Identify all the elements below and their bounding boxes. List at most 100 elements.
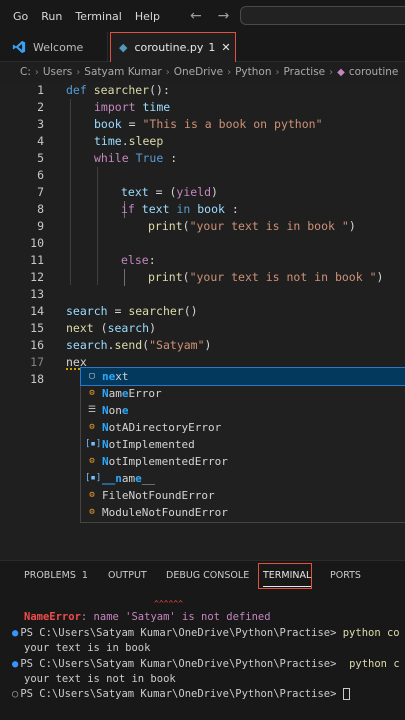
close-icon[interactable]: ✕ xyxy=(221,41,230,54)
code-line: 12 print("your text is not in book ") xyxy=(0,269,405,286)
status-dot-icon: ● xyxy=(12,627,19,639)
keyword-icon: ☰ xyxy=(87,405,97,415)
suggestion-item[interactable]: ⚙ Nam e Error xyxy=(81,385,405,402)
suggestion-label: ModuleNotFoundError xyxy=(102,506,228,519)
line-number: 8 xyxy=(37,202,44,216)
line-number: 2 xyxy=(37,100,44,114)
class-icon: ⚙ xyxy=(89,507,95,517)
menu-go[interactable]: Go xyxy=(13,10,28,23)
suggestion-match: N xyxy=(102,404,109,417)
menu-help[interactable]: Help xyxy=(135,10,160,23)
chevron-right-icon: › xyxy=(165,66,170,78)
terminal-output-line: your text is in book xyxy=(24,642,151,654)
back-arrow-icon[interactable]: ← xyxy=(190,8,202,24)
line-number: 3 xyxy=(37,117,44,131)
code-line: 1 def searcher(): xyxy=(0,82,405,99)
menu-terminal[interactable]: Terminal xyxy=(75,10,122,23)
line-number: 16 xyxy=(30,338,44,352)
code-line: 5 while True : xyxy=(0,150,405,167)
breadcrumb-item[interactable]: coroutine xyxy=(349,66,399,78)
suggestion-item[interactable]: ☰ Non e xyxy=(81,402,405,419)
code-line: 13 xyxy=(0,286,405,303)
suggestion-match: ne xyxy=(102,370,116,383)
tab-problems-label: PROBLEMS xyxy=(24,570,76,581)
tab-welcome[interactable]: Welcome xyxy=(0,32,108,62)
suggestion-item[interactable]: [▪] NotImplemented xyxy=(81,436,405,453)
code-line: 15 next (search) xyxy=(0,320,405,337)
suggestion-match: __n xyxy=(102,472,122,485)
tab-debug-console[interactable]: DEBUG CONSOLE xyxy=(166,570,249,581)
terminal-prompt-line: ● PS C:\Users\Satyam Kumar\OneDrive\Pytho… xyxy=(12,658,400,670)
line-number: 9 xyxy=(37,219,44,233)
forward-arrow-icon[interactable]: → xyxy=(218,8,230,24)
suggestion-item[interactable]: ⚙ ModuleNotFoundError xyxy=(81,504,405,521)
vscode-icon xyxy=(12,40,26,54)
code-text: if text in book : xyxy=(121,202,239,216)
suggestion-match: N xyxy=(102,387,109,400)
code-text: def searcher(): xyxy=(66,83,170,97)
suggestion-item[interactable]: [▪] __n am e __ xyxy=(81,470,405,487)
suggestion-label: otImplemented xyxy=(108,438,195,451)
code-line: 16 search.send("Satyam") xyxy=(0,337,405,354)
suggestion-item[interactable]: ▢ ne xt xyxy=(80,367,405,386)
command-center-search[interactable] xyxy=(240,6,405,25)
suggestion-label: Error xyxy=(128,387,162,400)
code-line: 10 xyxy=(0,235,405,252)
line-number: 10 xyxy=(30,236,44,250)
class-icon: ⚙ xyxy=(89,490,95,500)
chevron-right-icon: › xyxy=(76,66,81,78)
line-number: 12 xyxy=(30,270,44,284)
breadcrumb-item[interactable]: C: xyxy=(20,66,31,78)
panel-tab-bar: PROBLEMS 1 OUTPUT DEBUG CONSOLE TERMINAL … xyxy=(0,560,405,590)
keyword-icon: ▢ xyxy=(89,371,95,381)
line-number: 4 xyxy=(37,134,44,148)
line-number: 7 xyxy=(37,185,44,199)
code-line: 3 book = "This is a book on python" xyxy=(0,116,405,133)
suggestion-label: am xyxy=(108,387,122,400)
editor-tab-bar: Welcome ◆ coroutine.py 1 ✕ xyxy=(0,32,405,62)
breadcrumb: C: › Users › Satyam Kumar › OneDrive › P… xyxy=(0,62,405,82)
suggestion-item[interactable]: ⚙ NotADirectoryError xyxy=(81,419,405,436)
code-text: book = "This is a book on python" xyxy=(94,117,323,131)
line-number: 13 xyxy=(30,287,44,301)
python-icon: ◆ xyxy=(337,66,345,78)
breadcrumb-item[interactable]: Satyam Kumar xyxy=(84,66,161,78)
terminal-cursor xyxy=(342,688,350,700)
tab-output[interactable]: OUTPUT xyxy=(108,570,147,581)
code-text: print("your text is in book ") xyxy=(148,219,356,233)
chevron-right-icon: › xyxy=(227,66,232,78)
code-line: 11 else: xyxy=(0,252,405,269)
code-line: 7 text = (yield) xyxy=(0,184,405,201)
error-line: NameError: name 'Satyam' is not defined xyxy=(24,611,271,623)
tab-coroutine[interactable]: ◆ coroutine.py 1 ✕ xyxy=(110,32,236,62)
chevron-right-icon: › xyxy=(275,66,280,78)
line-number: 6 xyxy=(37,168,44,182)
breadcrumb-item[interactable]: OneDrive xyxy=(174,66,223,78)
suggestion-item[interactable]: ⚙ NotImplementedError xyxy=(81,453,405,470)
code-line: 14 search = searcher() xyxy=(0,303,405,320)
tab-terminal[interactable]: TERMINAL xyxy=(263,570,312,587)
breadcrumb-item[interactable]: Python xyxy=(235,66,271,78)
suggestion-match: e xyxy=(121,404,129,417)
suggestion-item[interactable]: ⚙ FileNotFoundError xyxy=(81,487,405,504)
code-line: 9 print("your text is in book ") xyxy=(0,218,405,235)
terminal-output[interactable]: ^^^^^^ NameError: name 'Satyam' is not d… xyxy=(0,590,405,720)
suggestion-label: otImplementedError xyxy=(108,455,228,468)
tab-problems[interactable]: PROBLEMS 1 xyxy=(24,570,88,581)
code-line: 8 if text in book : xyxy=(0,201,405,218)
menu-run[interactable]: Run xyxy=(41,10,62,23)
suggestion-label: am xyxy=(121,472,136,485)
autocomplete-dropdown[interactable]: ▢ ne xt ⚙ Nam e Error ☰ Non e ⚙ NotADirector… xyxy=(80,367,405,523)
code-text: else: xyxy=(121,253,156,267)
problem-count-badge: 1 xyxy=(208,41,216,54)
line-number: 1 xyxy=(37,83,44,97)
suggestion-match: e xyxy=(135,472,142,485)
tab-ports[interactable]: PORTS xyxy=(330,570,361,581)
line-number: 15 xyxy=(30,321,44,335)
code-line: 2 import time xyxy=(0,99,405,116)
code-text: text = (yield) xyxy=(121,185,218,199)
terminal-output-line: your text is not in book xyxy=(24,673,176,685)
breadcrumb-item[interactable]: Users xyxy=(43,66,72,78)
suggestion-label: otADirectoryError xyxy=(108,421,222,434)
breadcrumb-item[interactable]: Practise xyxy=(284,66,326,78)
